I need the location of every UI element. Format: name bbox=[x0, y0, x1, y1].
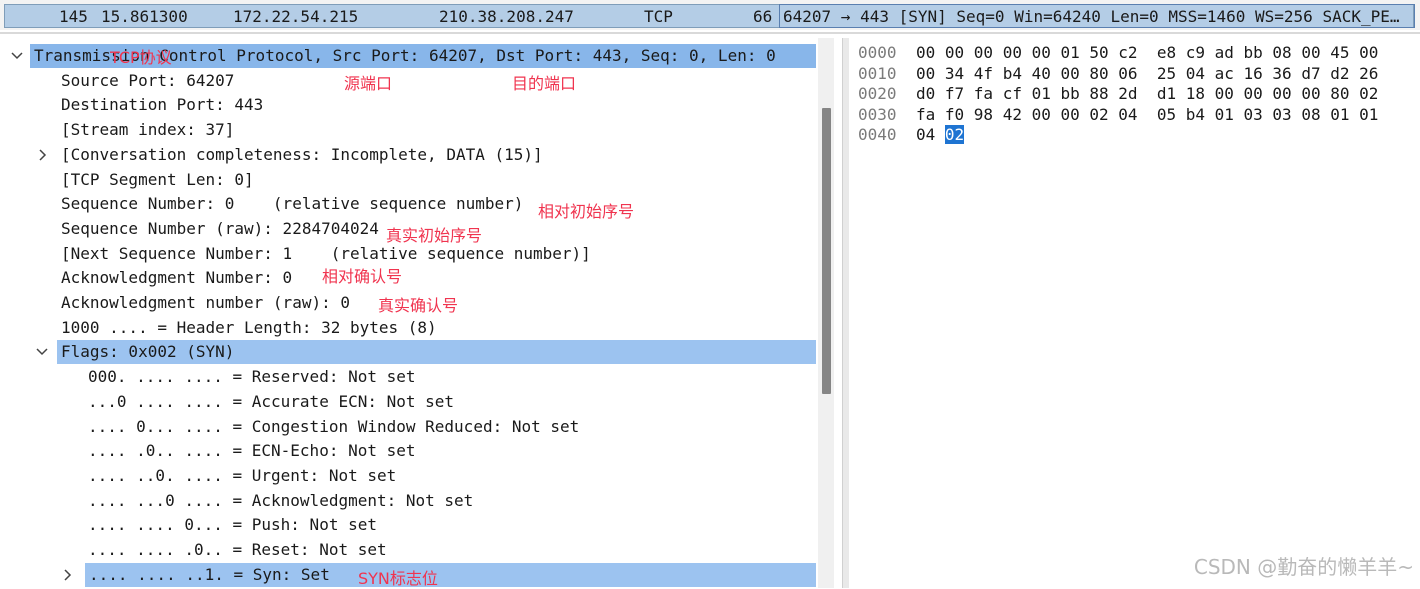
packet-destination: 210.38.208.247 bbox=[439, 7, 574, 26]
watermark: CSDN @勤奋的懒羊羊~ bbox=[1193, 555, 1414, 579]
packet-info: 64207 → 443 [SYN] Seq=0 Win=64240 Len=0 … bbox=[779, 4, 1415, 28]
tree-item-label: Acknowledgment number (raw): 0 bbox=[61, 293, 350, 312]
chevron-right-icon[interactable] bbox=[63, 563, 77, 587]
tree-item-label: Destination Port: 443 bbox=[61, 95, 264, 115]
packet-protocol: TCP bbox=[644, 7, 673, 26]
tree-item-label: .... ..0. .... = Urgent: Not set bbox=[88, 465, 397, 485]
annotation-destination-port: 目的端口 bbox=[512, 74, 577, 93]
tree-item[interactable]: .... .... ..1. = Syn: Set bbox=[64, 562, 816, 587]
tree-item-label: Sequence Number: 0 (relative sequence nu… bbox=[61, 194, 524, 214]
chevron-right-icon[interactable] bbox=[38, 143, 52, 167]
tree-item-label: [Next Sequence Number: 1 (relative seque… bbox=[61, 243, 591, 263]
packet-list: 145 15.861300 172.22.54.215 210.38.208.2… bbox=[0, 0, 1420, 30]
tree-item[interactable]: .... .0.. .... = ECN-Echo: Not set bbox=[57, 439, 816, 463]
tree-item[interactable]: [TCP Segment Len: 0] bbox=[30, 168, 816, 192]
hex-bytes[interactable]: 00 34 4f b4 40 00 80 06 25 04 ac 16 36 d… bbox=[916, 63, 1378, 84]
tree-item[interactable]: Sequence Number: 0 (relative sequence nu… bbox=[30, 192, 816, 216]
tree-item-label: 000. .... .... = Reserved: Not set bbox=[88, 367, 416, 387]
packet-time: 15.861300 bbox=[101, 7, 188, 26]
tree-item-label: Acknowledgment Number: 0 bbox=[61, 268, 293, 288]
hex-bytes[interactable]: 04 02 bbox=[916, 124, 965, 145]
hex-bytes-plain: 04 bbox=[916, 125, 945, 145]
tree-item[interactable]: Destination Port: 443 bbox=[30, 93, 816, 117]
hex-offset: 0040 bbox=[858, 125, 897, 145]
tree-item[interactable]: .... 0... .... = Congestion Window Reduc… bbox=[57, 415, 816, 439]
tree-item-label: ...0 .... .... = Accurate ECN: Not set bbox=[88, 391, 455, 411]
tree-item-label: .... 0... .... = Congestion Window Reduc… bbox=[88, 416, 580, 436]
tree-item[interactable]: [Stream index: 37] bbox=[30, 118, 816, 142]
tree-item[interactable]: Flags: 0x002 (SYN) bbox=[36, 340, 816, 365]
annotation-tcp-protocol: TCP协议 bbox=[110, 48, 172, 67]
packet-length: 66 bbox=[753, 7, 773, 26]
packet-list-row-selected[interactable]: 145 15.861300 172.22.54.215 210.38.208.2… bbox=[4, 4, 1415, 28]
tree-item[interactable]: 000. .... .... = Reserved: Not set bbox=[57, 365, 816, 389]
hex-offset: 0020 bbox=[858, 84, 897, 104]
annotation-source-port: 源端口 bbox=[344, 74, 393, 93]
tree-item-label: 1000 .... = Header Length: 32 bytes (8) bbox=[61, 317, 437, 337]
tree-item-label: .... .... .0.. = Reset: Not set bbox=[88, 540, 387, 559]
tree-item-label: [Conversation completeness: Incomplete, … bbox=[61, 144, 543, 164]
hex-byte-selected[interactable]: 02 bbox=[944, 125, 965, 145]
tree-item-label: Sequence Number (raw): 2284704024 bbox=[61, 218, 379, 238]
hex-bytes[interactable]: fa f0 98 42 00 00 02 04 05 b4 01 03 03 0… bbox=[916, 104, 1378, 125]
hex-offset: 0000 bbox=[858, 43, 897, 62]
tree-item[interactable]: Source Port: 64207 bbox=[30, 69, 816, 93]
chevron-down-icon[interactable] bbox=[10, 44, 24, 68]
tree-item-label: Flags: 0x002 (SYN) bbox=[61, 342, 235, 362]
tree-item-label: [Stream index: 37] bbox=[61, 120, 235, 140]
pane-splitter[interactable] bbox=[842, 38, 849, 588]
tree-item[interactable]: .... .... .0.. = Reset: Not set bbox=[57, 538, 816, 562]
tree-item[interactable]: ...0 .... .... = Accurate ECN: Not set bbox=[57, 390, 816, 414]
annotation-relative-seq: 相对初始序号 bbox=[538, 202, 635, 221]
packet-bytes-pane: 0000 00 00 00 00 00 01 50 c2 e8 c9 ad bb … bbox=[850, 42, 1420, 588]
tree-item[interactable]: .... ..0. .... = Urgent: Not set bbox=[57, 464, 816, 488]
tree-item-label: [TCP Segment Len: 0] bbox=[61, 169, 254, 189]
packet-source: 172.22.54.215 bbox=[233, 7, 359, 26]
tree-item[interactable]: .... ...0 .... = Acknowledgment: Not set bbox=[57, 489, 816, 513]
packet-number: 145 bbox=[59, 7, 88, 26]
annotation-relative-ack: 相对确认号 bbox=[322, 267, 403, 286]
hex-offset: 0030 bbox=[858, 104, 897, 124]
tree-vertical-scrollbar[interactable] bbox=[818, 38, 834, 588]
hex-offset: 0010 bbox=[858, 63, 897, 83]
tree-item-label: .... ...0 .... = Acknowledgment: Not set bbox=[88, 490, 474, 510]
tree-item[interactable]: 1000 .... = Header Length: 32 bytes (8) bbox=[30, 316, 816, 340]
chevron-down-icon[interactable] bbox=[35, 340, 49, 364]
hex-bytes[interactable]: 00 00 00 00 00 01 50 c2 e8 c9 ad bb 08 0… bbox=[916, 42, 1378, 63]
tree-item-label: .... .... 0... = Push: Not set bbox=[88, 515, 377, 535]
tree-item-label: .... .... ..1. = Syn: Set bbox=[89, 564, 330, 584]
tree-item[interactable]: .... .... 0... = Push: Not set bbox=[57, 513, 816, 537]
tree-item-label: .... .0.. .... = ECN-Echo: Not set bbox=[88, 441, 416, 461]
hex-bytes[interactable]: d0 f7 fa cf 01 bb 88 2d d1 18 00 00 00 0… bbox=[916, 83, 1378, 104]
annotation-raw-ack: 真实确认号 bbox=[378, 296, 459, 315]
annotation-raw-seq: 真实初始序号 bbox=[386, 226, 483, 245]
scrollbar-thumb[interactable] bbox=[822, 108, 831, 394]
annotation-syn-flag: SYN标志位 bbox=[358, 569, 438, 588]
pane-separator bbox=[0, 32, 1420, 34]
tree-item-label: Source Port: 64207 bbox=[61, 70, 235, 90]
tree-item[interactable]: Acknowledgment Number: 0 bbox=[30, 266, 816, 290]
tree-item[interactable]: [Conversation completeness: Incomplete, … bbox=[30, 143, 816, 167]
